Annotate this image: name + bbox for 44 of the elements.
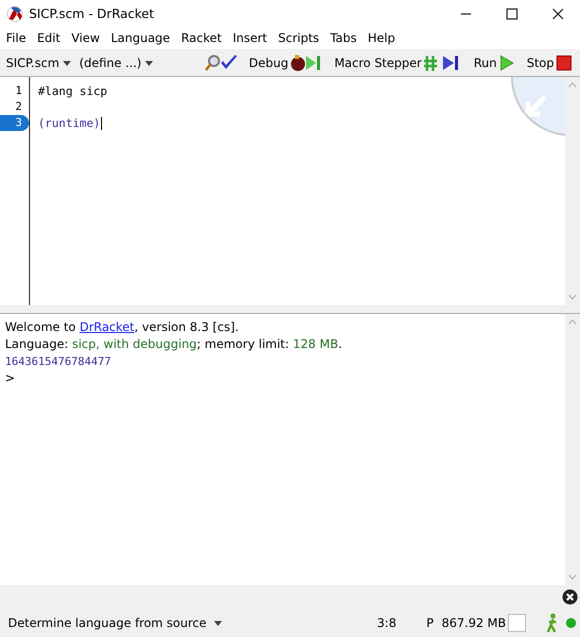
- repl-message: Welcome to DrRacket, version 8.3 [cs].: [5, 319, 240, 336]
- menu-item[interactable]: View: [71, 31, 105, 45]
- menu-item[interactable]: Language: [110, 31, 176, 45]
- toolbar-button[interactable]: Stop: [524, 54, 574, 72]
- bomb-play-icon: [290, 54, 322, 72]
- prompt: >: [5, 370, 16, 387]
- caret-icon: [145, 60, 154, 66]
- result-text: 1643615476784477: [5, 354, 112, 370]
- window-title: SICP.scm - DrRacket: [29, 6, 154, 21]
- drracket-link[interactable]: DrRacket: [80, 320, 134, 334]
- language-dropdown[interactable]: Determine language from source: [8, 616, 222, 630]
- caret-icon: [214, 621, 222, 626]
- toolbar-button[interactable]: Run: [472, 54, 517, 72]
- close-icon[interactable]: [552, 8, 564, 20]
- menu-item[interactable]: File: [6, 31, 32, 45]
- racket-logo-icon: [7, 6, 23, 22]
- walking-figure-icon: [546, 613, 558, 633]
- status-dot-icon: [566, 618, 576, 628]
- line-number: 3: [0, 115, 29, 131]
- menu-item[interactable]: Edit: [37, 31, 66, 45]
- maximize-icon[interactable]: [506, 8, 518, 20]
- toolbar-button[interactable]: Debug: [246, 54, 324, 72]
- line-number: 1: [14, 83, 23, 99]
- stop-icon: [556, 54, 572, 72]
- cursor-position: 3:8: [377, 616, 396, 630]
- menu-item[interactable]: Help: [368, 31, 400, 45]
- menu-item[interactable]: Tabs: [330, 31, 362, 45]
- mode-indicator: P: [426, 616, 434, 630]
- close-icon[interactable]: [562, 589, 578, 605]
- play-icon: [498, 54, 515, 72]
- line-number: 2: [14, 99, 23, 115]
- menu-item[interactable]: Racket: [181, 31, 227, 45]
- menu-item[interactable]: Insert: [232, 31, 272, 45]
- code-line: #lang sicp: [38, 83, 108, 99]
- memory-usage: 867.92 MB: [442, 616, 506, 630]
- define-dropdown[interactable]: (define ...): [79, 56, 154, 70]
- gc-indicator: [508, 614, 526, 632]
- code-line: (runtime): [38, 115, 100, 131]
- file-dropdown[interactable]: SICP.scm: [6, 56, 72, 70]
- toolbar-button[interactable]: Macro Stepper: [332, 54, 464, 72]
- repl-message: Language: sicp, with debugging; memory limit: 128 MB.: [5, 336, 344, 353]
- menu-item[interactable]: Scripts: [278, 31, 324, 45]
- caret-icon: [63, 60, 72, 66]
- check-syntax-icon[interactable]: [204, 54, 239, 72]
